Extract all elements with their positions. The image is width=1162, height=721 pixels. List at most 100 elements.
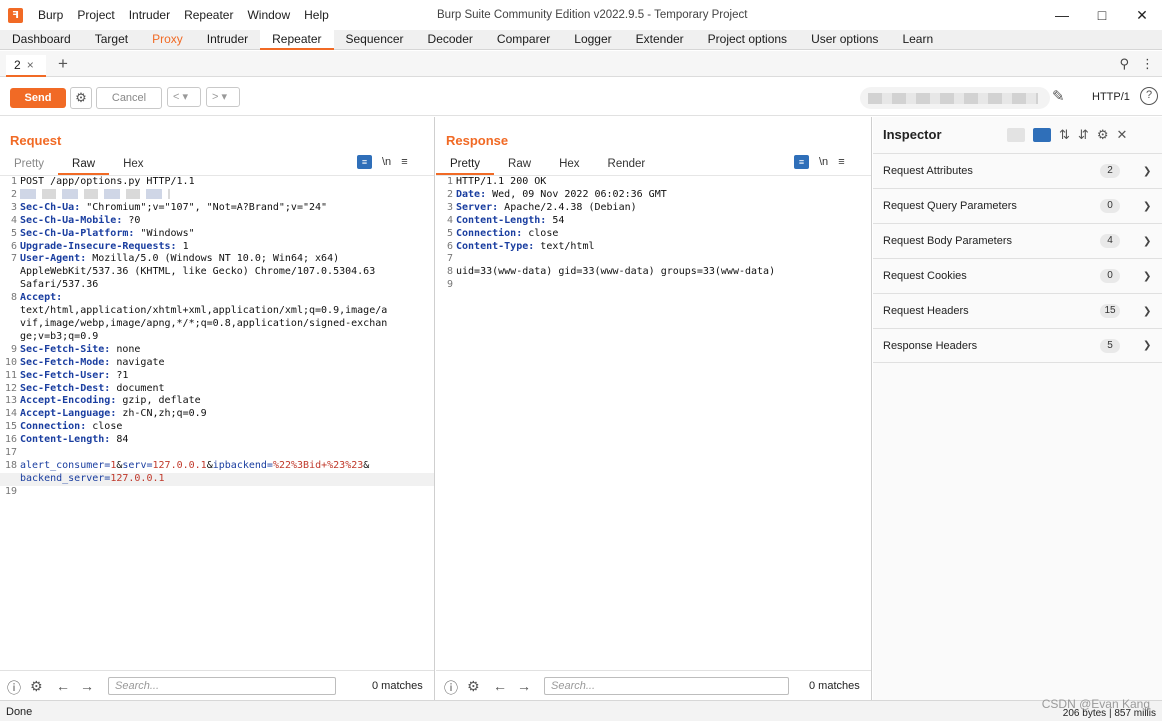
inspector-section-request-query-parameters[interactable]: Request Query Parameters 0 ❯ [873, 188, 1162, 223]
cancel-button[interactable]: Cancel [96, 87, 162, 109]
tab-intruder[interactable]: Intruder [195, 30, 260, 50]
menu-repeater[interactable]: Repeater [177, 8, 240, 22]
param-value: 127.0.0.1 [152, 459, 207, 471]
menu-project[interactable]: Project [70, 8, 121, 22]
search-settings-gear-icon[interactable]: ⚙ [467, 678, 480, 695]
help-icon[interactable]: ? [1140, 87, 1158, 105]
tab-repeater[interactable]: Repeater [260, 30, 334, 50]
next-match-icon[interactable]: → [517, 678, 531, 694]
chevron-down-icon[interactable]: ❯ [1143, 201, 1151, 212]
next-match-icon[interactable]: → [80, 678, 94, 694]
expand-all-icon[interactable]: ⇅ [1059, 127, 1070, 143]
line-content: Accept: [20, 292, 62, 305]
search-settings-gear-icon[interactable]: ⚙ [30, 678, 43, 695]
param-name: alert_consumer [20, 459, 105, 471]
tab-decoder[interactable]: Decoder [416, 30, 485, 50]
history-forward-button[interactable]: > ▾ [206, 87, 240, 107]
chevron-down-icon[interactable]: ❯ [1143, 236, 1151, 247]
previous-match-icon[interactable]: ← [56, 678, 70, 694]
request-tab-raw[interactable]: Raw [58, 155, 110, 175]
collapse-all-icon[interactable]: ⇵ [1078, 127, 1089, 143]
menu-window[interactable]: Window [240, 8, 297, 22]
minimize-icon[interactable]: — [1042, 0, 1082, 30]
close-tab-icon[interactable]: × [27, 58, 34, 72]
request-panel: Request Pretty Raw Hex ≡ \n ≡ 1 POST /app… [0, 117, 435, 700]
chevron-down-icon[interactable]: ❯ [1143, 166, 1151, 177]
add-tab-icon[interactable]: + [58, 54, 68, 74]
header-name: Accept [20, 292, 57, 304]
close-window-icon[interactable]: ✕ [1122, 0, 1162, 30]
previous-match-icon[interactable]: ← [493, 678, 507, 694]
menu-burp[interactable]: Burp [31, 8, 70, 22]
inspector-section-request-body-parameters[interactable]: Request Body Parameters 4 ❯ [873, 223, 1162, 258]
header-name: Connection [20, 421, 81, 433]
forward-label: > [212, 91, 219, 103]
http-version-selector[interactable]: HTTP/1 [1092, 91, 1130, 103]
tab-comparer[interactable]: Comparer [485, 30, 562, 50]
tab-target[interactable]: Target [83, 30, 140, 50]
section-label: Request Cookies [883, 270, 967, 282]
line-content: uid=33(www-data) gid=33(www-data) groups… [456, 266, 775, 279]
inspector-section-response-headers[interactable]: Response Headers 5 ❯ [873, 328, 1162, 363]
close-inspector-icon[interactable]: ✕ [1116, 127, 1127, 143]
response-editor[interactable]: 1 HTTP/1.1 200 OK 2 Date: Wed, 09 Nov 2022 … [436, 175, 871, 672]
tab-learn[interactable]: Learn [890, 30, 945, 50]
menu-help[interactable]: Help [297, 8, 336, 22]
param-value: 127.0.0.1 [110, 472, 165, 484]
request-tab-pretty[interactable]: Pretty [0, 155, 58, 175]
line-number: 4 [10, 214, 17, 226]
chevron-down-icon[interactable]: ❯ [1143, 306, 1151, 317]
editor-menu-icon[interactable]: ≡ [838, 156, 844, 168]
word-wrap-icon[interactable]: ≡ [794, 155, 809, 169]
inspector-layout-list-icon[interactable] [1007, 128, 1025, 142]
request-search-input[interactable]: Search... [108, 677, 336, 695]
history-back-button[interactable]: < ▾ [167, 87, 201, 107]
header-value: 84 [110, 434, 129, 446]
tab-user-options[interactable]: User options [799, 30, 890, 50]
inspector-section-request-attributes[interactable]: Request Attributes 2 ❯ [873, 153, 1162, 188]
tab-dashboard[interactable]: Dashboard [0, 30, 83, 50]
menu-intruder[interactable]: Intruder [122, 8, 177, 22]
settings-gear-icon[interactable]: ⚙ [70, 87, 92, 109]
word-wrap-icon[interactable]: ≡ [357, 155, 372, 169]
line-content: Sec-Ch-Ua: "Chromium";v="107", "Not=A?Br… [20, 202, 327, 215]
inspector-settings-gear-icon[interactable]: ⚙ [1097, 127, 1109, 143]
inspector-section-request-cookies[interactable]: Request Cookies 0 ❯ [873, 258, 1162, 293]
tab-proxy[interactable]: Proxy [140, 30, 195, 50]
show-newlines-toggle[interactable]: \n [819, 156, 828, 168]
more-options-icon[interactable]: ⋮ [1141, 56, 1154, 72]
repeater-tab-label: 2 [14, 58, 21, 72]
tab-project-options[interactable]: Project options [696, 30, 799, 50]
tab-extender[interactable]: Extender [624, 30, 696, 50]
request-editor[interactable]: 1 POST /app/options.py HTTP/1.1 2 3 Sec-Ch-U… [0, 175, 434, 672]
show-newlines-toggle[interactable]: \n [382, 156, 391, 168]
chevron-down-icon[interactable]: ❯ [1143, 340, 1151, 351]
editor-line: 2 Date: Wed, 09 Nov 2022 06:02:36 GMT [436, 189, 871, 202]
target-host-field[interactable] [860, 87, 1050, 109]
inspector-layout-panel-icon[interactable] [1033, 128, 1051, 142]
maximize-icon[interactable]: □ [1082, 0, 1122, 30]
line-number: 12 [4, 382, 17, 394]
send-button[interactable]: Send [10, 88, 66, 108]
response-tab-render[interactable]: Render [594, 155, 660, 175]
section-label: Request Headers [883, 305, 969, 317]
editor-line: 9 Sec-Fetch-Site: none [0, 344, 434, 357]
tab-sequencer[interactable]: Sequencer [334, 30, 416, 50]
help-icon[interactable]: ⓘ [444, 678, 458, 698]
help-icon[interactable]: ⓘ [7, 678, 21, 698]
request-tab-hex[interactable]: Hex [109, 155, 157, 175]
search-icon[interactable]: ⚲ [1119, 56, 1129, 72]
tab-logger[interactable]: Logger [562, 30, 623, 50]
response-tab-pretty[interactable]: Pretty [436, 155, 495, 175]
header-name: Connection [456, 227, 517, 239]
editor-menu-icon[interactable]: ≡ [401, 156, 407, 168]
response-tab-raw[interactable]: Raw [494, 155, 545, 175]
line-number: 16 [4, 434, 17, 446]
response-tab-hex[interactable]: Hex [545, 155, 593, 175]
response-search-input[interactable]: Search... [544, 677, 789, 695]
chevron-down-icon[interactable]: ❯ [1143, 271, 1151, 282]
inspector-section-request-headers[interactable]: Request Headers 15 ❯ [873, 293, 1162, 328]
edit-target-pencil-icon[interactable]: ✎ [1052, 87, 1065, 105]
repeater-tab-2[interactable]: 2 × [6, 55, 46, 77]
line-number [0, 331, 20, 344]
